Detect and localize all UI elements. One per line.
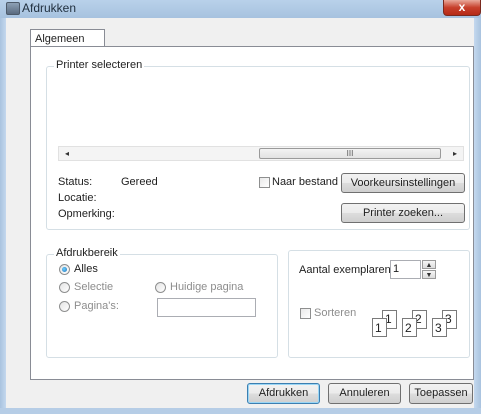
window-frame-bottom [0,408,481,414]
collate-label: Sorteren [314,307,357,319]
radio-all[interactable] [59,264,70,275]
printer-list-scrollbar[interactable]: ◂ III ▸ [58,146,464,161]
collate-page-front-2: 2 [405,321,412,335]
location-label: Locatie: [58,192,97,204]
copies-spinner[interactable]: ▲ ▼ [422,260,436,279]
status-label: Status: [58,176,93,188]
radio-selection [59,282,70,293]
print-to-file-checkbox[interactable] [259,177,270,188]
scroll-left-arrow-icon[interactable]: ◂ [59,147,75,160]
print-button[interactable]: Afdrukken [247,383,320,404]
collate-illustration: 1 1 2 2 3 3 [370,310,470,346]
preferences-button[interactable]: Voorkeursinstellingen [341,173,465,193]
apply-button[interactable]: Toepassen [409,383,473,404]
window-frame-right [474,18,481,414]
find-printer-button[interactable]: Printer zoeken... [341,203,465,223]
radio-all-label[interactable]: Alles [74,263,98,275]
radio-current-page-label: Huidige pagina [170,281,244,293]
window-title: Afdrukken [22,1,77,15]
comment-label: Opmerking: [58,208,115,220]
spin-down-arrow-icon[interactable]: ▼ [422,270,436,279]
radio-current-page [155,282,166,293]
print-range-group-label: Afdrukbereik [54,247,120,259]
scroll-thumb[interactable]: III [259,148,441,159]
cancel-button[interactable]: Annuleren [328,383,401,404]
radio-pages-label[interactable]: Pagina's: [74,300,119,312]
printer-list[interactable] [58,76,464,146]
collate-checkbox [300,308,311,319]
pages-input[interactable] [157,298,256,317]
copies-label: Aantal exemplaren: [299,264,394,276]
spin-up-arrow-icon[interactable]: ▲ [422,260,436,269]
printer-icon [6,2,20,15]
close-button[interactable]: x [443,0,481,16]
printer-select-group-label: Printer selecteren [54,59,145,71]
scroll-right-arrow-icon[interactable]: ▸ [447,147,463,160]
radio-pages[interactable] [59,301,70,312]
tab-general[interactable]: Algemeen [30,29,105,47]
print-to-file-label[interactable]: Naar bestand [272,176,338,188]
collate-page-front-1: 1 [375,321,382,335]
collate-page-front-3: 3 [435,321,442,335]
status-value: Gereed [121,176,158,188]
radio-selection-label: Selectie [74,281,114,293]
copies-input[interactable]: 1 [390,260,421,279]
